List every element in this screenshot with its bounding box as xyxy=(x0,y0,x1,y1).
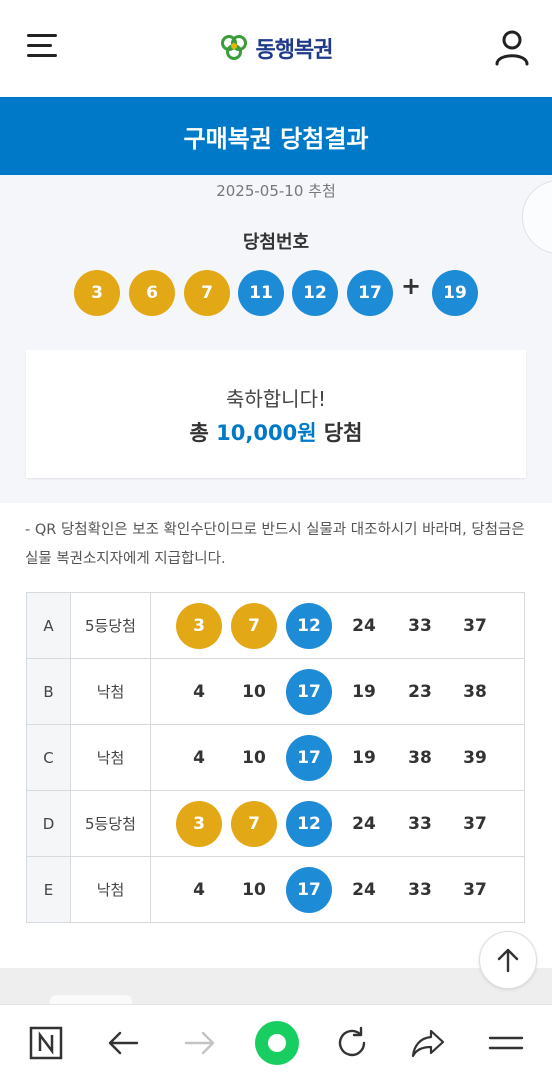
winning-ball: 7 xyxy=(184,270,230,316)
share-icon[interactable] xyxy=(408,1023,448,1063)
ticket-number: 39 xyxy=(463,748,487,768)
matched-number-ball: 12 xyxy=(286,801,332,847)
ticket-number: 24 xyxy=(352,880,376,900)
naver-n-icon[interactable] xyxy=(26,1023,66,1063)
winning-numbers: 3 6 7 11 12 17 + 19 xyxy=(0,270,552,318)
footer-gray-band xyxy=(0,968,552,1009)
prize-total: 총 10,000원 당첨 xyxy=(26,417,526,447)
ticket-number: 23 xyxy=(408,682,432,702)
ticket-number: 38 xyxy=(408,748,432,768)
prize-suffix: 당첨 xyxy=(323,421,363,445)
ticket-numbers: 4 10 17 19 23 38 xyxy=(150,658,525,725)
ticket-status: 낙첨 xyxy=(70,856,151,923)
ticket-number: 10 xyxy=(242,880,266,900)
matched-number-ball: 7 xyxy=(231,603,277,649)
arrow-up-icon xyxy=(497,948,519,973)
home-green-dot-icon[interactable] xyxy=(254,1020,300,1066)
matched-number-ball: 7 xyxy=(231,801,277,847)
clover-logo-icon xyxy=(220,34,247,60)
ticket-number: 24 xyxy=(352,814,376,834)
ticket-number: 24 xyxy=(352,616,376,636)
ticket-row: E 낙첨 4 10 17 24 33 37 xyxy=(26,856,525,923)
forward-arrow-icon[interactable] xyxy=(180,1023,220,1063)
winning-ball: 17 xyxy=(347,270,393,316)
winning-numbers-label: 당첨번호 xyxy=(242,232,310,253)
ticket-status: 5등당첨 xyxy=(70,790,151,857)
logo-text: 동행복권 xyxy=(255,37,334,63)
winning-result-section: 2025-05-10 추첨 당첨번호 3 6 7 11 12 17 + 19 축… xyxy=(0,175,552,503)
draw-date: 2025-05-10 추첨 xyxy=(216,182,336,200)
ticket-number: 33 xyxy=(408,880,432,900)
page-title: 구매복권 당첨결과 xyxy=(0,97,552,175)
ticket-status: 낙첨 xyxy=(70,658,151,725)
back-arrow-icon[interactable] xyxy=(103,1023,143,1063)
hamburger-menu-icon[interactable] xyxy=(27,32,57,60)
menu-icon[interactable] xyxy=(486,1023,526,1063)
ticket-number: 37 xyxy=(463,814,487,834)
ticket-number: 38 xyxy=(463,682,487,702)
ticket-numbers: 4 10 17 24 33 37 xyxy=(150,856,525,923)
matched-number-ball: 3 xyxy=(176,603,222,649)
winning-ball: 11 xyxy=(238,270,284,316)
prize-summary-card: 축하합니다! 총 10,000원 당첨 xyxy=(26,350,526,478)
ticket-number: 4 xyxy=(193,682,205,702)
ticket-number: 19 xyxy=(352,682,376,702)
ticket-number: 37 xyxy=(463,616,487,636)
app-header: 동행복권 xyxy=(0,0,552,97)
ticket-numbers: 3 7 12 24 33 37 xyxy=(150,592,525,659)
ticket-number: 37 xyxy=(463,880,487,900)
ticket-numbers: 3 7 12 24 33 37 xyxy=(150,790,525,857)
winning-ball: 12 xyxy=(292,270,338,316)
ticket-status: 5등당첨 xyxy=(70,592,151,659)
site-logo[interactable]: 동행복권 xyxy=(220,32,333,64)
congrats-text: 축하합니다! xyxy=(225,387,327,411)
bonus-ball: 19 xyxy=(432,270,478,316)
prize-prefix: 총 xyxy=(189,421,209,445)
ticket-results-table: A 5등당첨 3 7 12 24 33 37 B 낙첨 4 10 17 19 23 38 C 낙첨 4 10 17 19 3… xyxy=(26,592,525,923)
qr-notice-text: - QR 당첨확인은 보조 확인수단이므로 반드시 실물과 대조하시기 바라며,… xyxy=(25,522,525,567)
ticket-number: 33 xyxy=(408,814,432,834)
ticket-number: 4 xyxy=(193,880,205,900)
ticket-number: 33 xyxy=(408,616,432,636)
ticket-numbers: 4 10 17 19 38 39 xyxy=(150,724,525,791)
ticket-number: 10 xyxy=(242,748,266,768)
ticket-status: 낙첨 xyxy=(70,724,151,791)
ticket-letter: D xyxy=(26,790,71,857)
refresh-icon[interactable] xyxy=(332,1023,372,1063)
prize-amount: 10,000원 xyxy=(216,421,317,445)
ticket-letter: A xyxy=(26,592,71,659)
ticket-row: A 5등당첨 3 7 12 24 33 37 xyxy=(26,592,525,659)
winning-ball: 6 xyxy=(129,270,175,316)
matched-number-ball: 12 xyxy=(286,603,332,649)
ticket-number: 4 xyxy=(193,748,205,768)
matched-number-ball: 3 xyxy=(176,801,222,847)
matched-number-ball: 17 xyxy=(286,669,332,715)
ticket-letter: C xyxy=(26,724,71,791)
ticket-row: D 5등당첨 3 7 12 24 33 37 xyxy=(26,790,525,857)
ticket-letter: E xyxy=(26,856,71,923)
user-icon[interactable] xyxy=(494,28,530,66)
ticket-row: B 낙첨 4 10 17 19 23 38 xyxy=(26,658,525,725)
ticket-number: 19 xyxy=(352,748,376,768)
matched-number-ball: 17 xyxy=(286,735,332,781)
ticket-row: C 낙첨 4 10 17 19 38 39 xyxy=(26,724,525,791)
matched-number-ball: 17 xyxy=(286,867,332,913)
winning-ball: 3 xyxy=(74,270,120,316)
scroll-to-top-button[interactable] xyxy=(479,931,537,989)
browser-toolbar xyxy=(0,1004,552,1080)
ticket-number: 10 xyxy=(242,682,266,702)
ticket-letter: B xyxy=(26,658,71,725)
plus-sign: + xyxy=(401,272,422,300)
